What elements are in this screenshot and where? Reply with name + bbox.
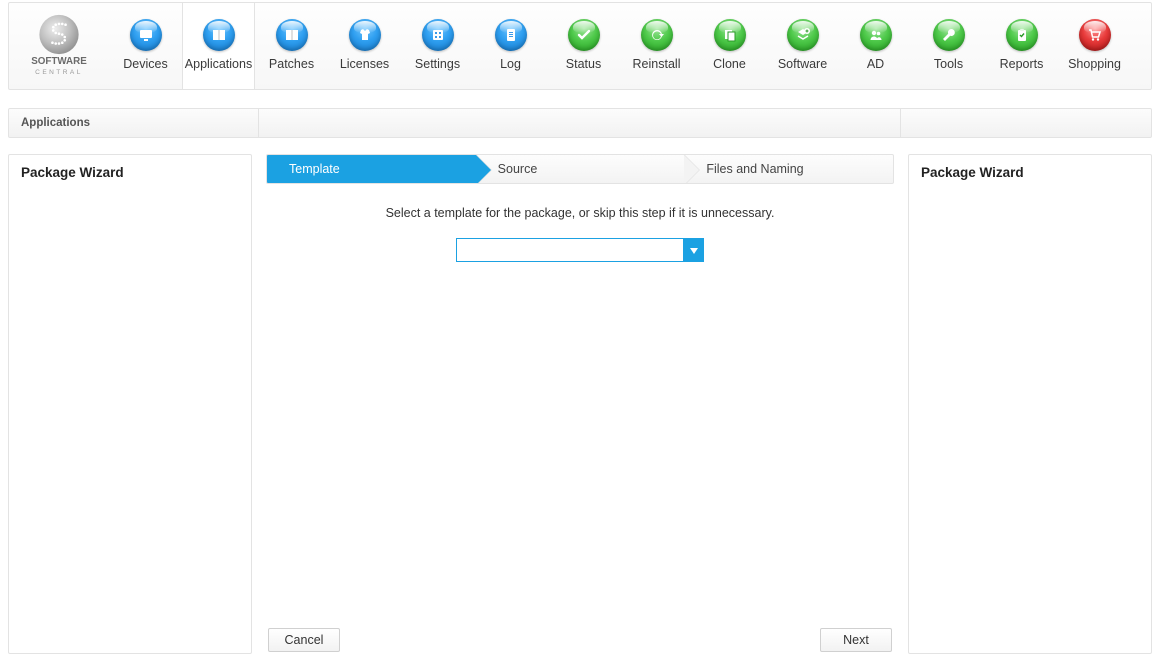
brand-top-text: SOFTWARE — [31, 56, 87, 67]
template-select[interactable] — [456, 238, 704, 262]
breadcrumb-label: Applications — [21, 117, 90, 129]
copy-icon — [714, 19, 746, 51]
users-icon — [860, 19, 892, 51]
cart-icon — [1079, 19, 1111, 51]
nav-devices[interactable]: Devices — [109, 3, 182, 89]
wizard-step-label: Template — [289, 162, 340, 176]
template-select-input[interactable] — [456, 238, 684, 262]
nav-label: Status — [566, 57, 601, 71]
nav-tools[interactable]: Tools — [912, 3, 985, 89]
wizard-step-1[interactable]: Template — [267, 155, 476, 183]
nav-label: Shopping — [1068, 57, 1121, 71]
brand-bottom-text: CENTRAL — [35, 69, 83, 76]
nav-label: Clone — [713, 57, 746, 71]
nav-licenses[interactable]: Licenses — [328, 3, 401, 89]
nav-label: Licenses — [340, 57, 389, 71]
next-button-label: Next — [843, 633, 869, 647]
book-icon — [276, 19, 308, 51]
brand-logo: SOFTWARE CENTRAL — [9, 3, 109, 89]
section-bar-right — [901, 109, 1151, 137]
wizard-step-3[interactable]: Files and Naming — [684, 155, 893, 183]
clipboard-icon — [1006, 19, 1038, 51]
main-panel: Template Source Files and Naming Select a … — [266, 154, 894, 654]
nav-patches[interactable]: Patches — [255, 3, 328, 89]
wizard-body: Select a template for the package, or sk… — [266, 184, 894, 628]
monitor-icon — [130, 19, 162, 51]
section-bar: Applications — [8, 108, 1152, 138]
nav-label: Applications — [185, 57, 252, 71]
nav-clone[interactable]: Clone — [693, 3, 766, 89]
next-button[interactable]: Next — [820, 628, 892, 652]
main-toolbar: SOFTWARE CENTRAL Devices Applications Patc… — [8, 2, 1152, 90]
nav-label: Reinstall — [633, 57, 681, 71]
nav-software[interactable]: Software — [766, 3, 839, 89]
nav-label: Settings — [415, 57, 460, 71]
nav-shopping[interactable]: Shopping — [1058, 3, 1131, 89]
cancel-button-label: Cancel — [285, 633, 324, 647]
nav-reports[interactable]: Reports — [985, 3, 1058, 89]
wizard-step-label: Files and Naming — [706, 162, 803, 176]
nav-label: Tools — [934, 57, 963, 71]
nav-status[interactable]: Status — [547, 3, 620, 89]
breadcrumb: Applications — [9, 109, 259, 137]
wizard-footer: Cancel Next — [266, 628, 894, 654]
nav-label: Reports — [1000, 57, 1044, 71]
paper-icon — [495, 19, 527, 51]
cancel-button[interactable]: Cancel — [268, 628, 340, 652]
nav-applications[interactable]: Applications — [182, 3, 255, 89]
sliders-icon — [422, 19, 454, 51]
plus-icon — [787, 19, 819, 51]
nav-label: AD — [867, 57, 884, 71]
check-icon — [568, 19, 600, 51]
shirt-icon — [349, 19, 381, 51]
nav-label: Software — [778, 57, 827, 71]
right-panel: Package Wizard — [908, 154, 1152, 654]
book-icon — [203, 19, 235, 51]
left-panel-title: Package Wizard — [21, 165, 239, 180]
wizard-step-2[interactable]: Source — [476, 155, 685, 183]
wizard-instruction: Select a template for the package, or sk… — [386, 206, 775, 220]
nav-reinstall[interactable]: Reinstall — [620, 3, 693, 89]
left-panel: Package Wizard — [8, 154, 252, 654]
nav-log[interactable]: Log — [474, 3, 547, 89]
wrench-icon — [933, 19, 965, 51]
cycle-icon — [641, 19, 673, 51]
template-select-dropdown-button[interactable] — [684, 238, 704, 262]
wizard-step-label: Source — [498, 162, 538, 176]
right-panel-title: Package Wizard — [921, 165, 1139, 180]
workspace: Package Wizard Template Source Files and N… — [8, 154, 1152, 654]
chevron-down-icon — [690, 241, 698, 259]
nav-label: Devices — [123, 57, 167, 71]
nav-ad[interactable]: AD — [839, 3, 912, 89]
nav-label: Patches — [269, 57, 314, 71]
section-bar-middle — [259, 109, 901, 137]
nav-settings[interactable]: Settings — [401, 3, 474, 89]
nav-label: Log — [500, 57, 521, 71]
wizard-steps: Template Source Files and Naming — [266, 154, 894, 184]
